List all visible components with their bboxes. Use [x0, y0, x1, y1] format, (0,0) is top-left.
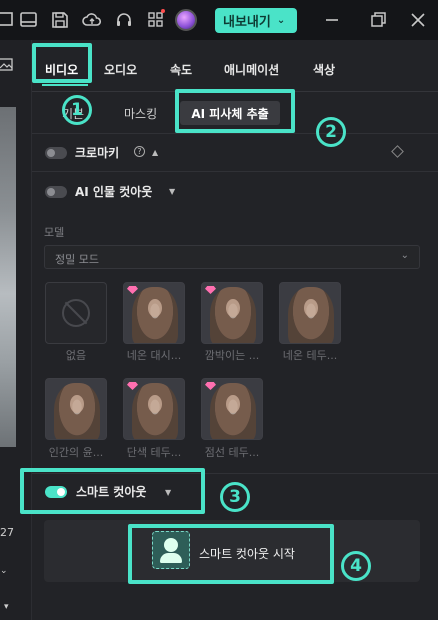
avatar[interactable]	[175, 9, 197, 31]
tab-color[interactable]: 색상	[313, 61, 335, 78]
preset-thumbnail[interactable]	[45, 378, 107, 440]
headset-icon[interactable]	[114, 10, 134, 30]
premium-gem-icon	[205, 382, 216, 390]
layout-icon[interactable]	[19, 10, 39, 30]
premium-gem-icon	[205, 286, 216, 294]
step-marker: 2	[316, 117, 346, 147]
preset-label: 점선 테두...	[204, 446, 260, 459]
step-marker: 1	[62, 95, 92, 125]
screen-icon[interactable]	[0, 10, 20, 30]
preset-label: 네온 대시...	[126, 349, 182, 362]
tab-active-indicator	[42, 84, 88, 86]
preset-label: 네온 테두...	[282, 349, 338, 362]
export-button[interactable]: 내보내기 ⌄	[215, 8, 297, 33]
top-toolbar: 내보내기 ⌄	[0, 0, 438, 40]
ai-cutout-toggle[interactable]	[45, 186, 67, 198]
model-select-value: 정밀 모드	[55, 253, 99, 266]
preset-label: 없음	[65, 349, 87, 362]
divider	[32, 171, 438, 172]
preset-label: 단색 테두...	[126, 446, 182, 459]
model-label: 모델	[44, 226, 65, 239]
preset-thumbnail[interactable]	[123, 378, 185, 440]
minimize-icon[interactable]	[322, 10, 342, 30]
divider	[32, 133, 438, 134]
image-icon[interactable]	[0, 58, 14, 72]
tab-bar: 비디오 오디오 속도 애니메이션 색상	[32, 40, 438, 92]
chroma-key-toggle[interactable]	[45, 147, 67, 159]
strip-dropdown-icon[interactable]: ▾	[4, 602, 9, 612]
highlight-box-start-button	[128, 524, 334, 584]
chevron-up-icon[interactable]: ▲	[152, 148, 158, 157]
step-marker: 4	[341, 551, 371, 581]
chroma-key-label: 크로마키	[75, 146, 120, 160]
apps-icon[interactable]	[146, 10, 166, 30]
highlight-box-smart-cutout	[20, 468, 205, 514]
preview-image	[0, 107, 16, 447]
export-label: 내보내기	[223, 15, 271, 30]
highlight-box-video-tab	[32, 43, 92, 83]
help-icon[interactable]: ?	[134, 146, 145, 157]
keyframe-icon[interactable]	[391, 145, 404, 158]
ban-icon	[62, 299, 90, 327]
notification-dot	[161, 9, 165, 13]
preset-thumbnail[interactable]	[201, 282, 263, 344]
premium-gem-icon	[127, 382, 138, 390]
cloud-upload-icon[interactable]	[82, 10, 102, 30]
chevron-down-icon[interactable]: ▼	[169, 187, 175, 196]
preset-none[interactable]	[45, 282, 107, 344]
ai-cutout-label: AI 인물 컷아웃	[75, 185, 153, 199]
save-icon[interactable]	[50, 10, 70, 30]
close-icon[interactable]	[408, 10, 428, 30]
highlight-box-ai-extract	[175, 89, 295, 133]
chevron-down-icon: ⌄	[276, 15, 286, 26]
premium-gem-icon	[127, 286, 138, 294]
tab-animation[interactable]: 애니메이션	[224, 61, 279, 78]
tab-audio[interactable]: 오디오	[104, 61, 137, 78]
timeline-number: 27	[0, 526, 14, 539]
timeline-marker: ⌄	[0, 566, 8, 576]
model-select[interactable]: 정밀 모드 ⌄	[44, 245, 420, 269]
chevron-down-icon: ⌄	[400, 250, 409, 261]
preset-thumbnail[interactable]	[123, 282, 185, 344]
preset-label: 깜박이는 ...	[204, 349, 260, 362]
preset-thumbnail[interactable]	[279, 282, 341, 344]
step-marker: 3	[220, 482, 250, 512]
restore-icon[interactable]	[368, 10, 388, 30]
tab-speed[interactable]: 속도	[170, 61, 192, 78]
preset-thumbnail[interactable]	[201, 378, 263, 440]
subtab-masking[interactable]: 마스킹	[124, 105, 157, 122]
preset-label: 인간의 윤...	[48, 446, 104, 459]
